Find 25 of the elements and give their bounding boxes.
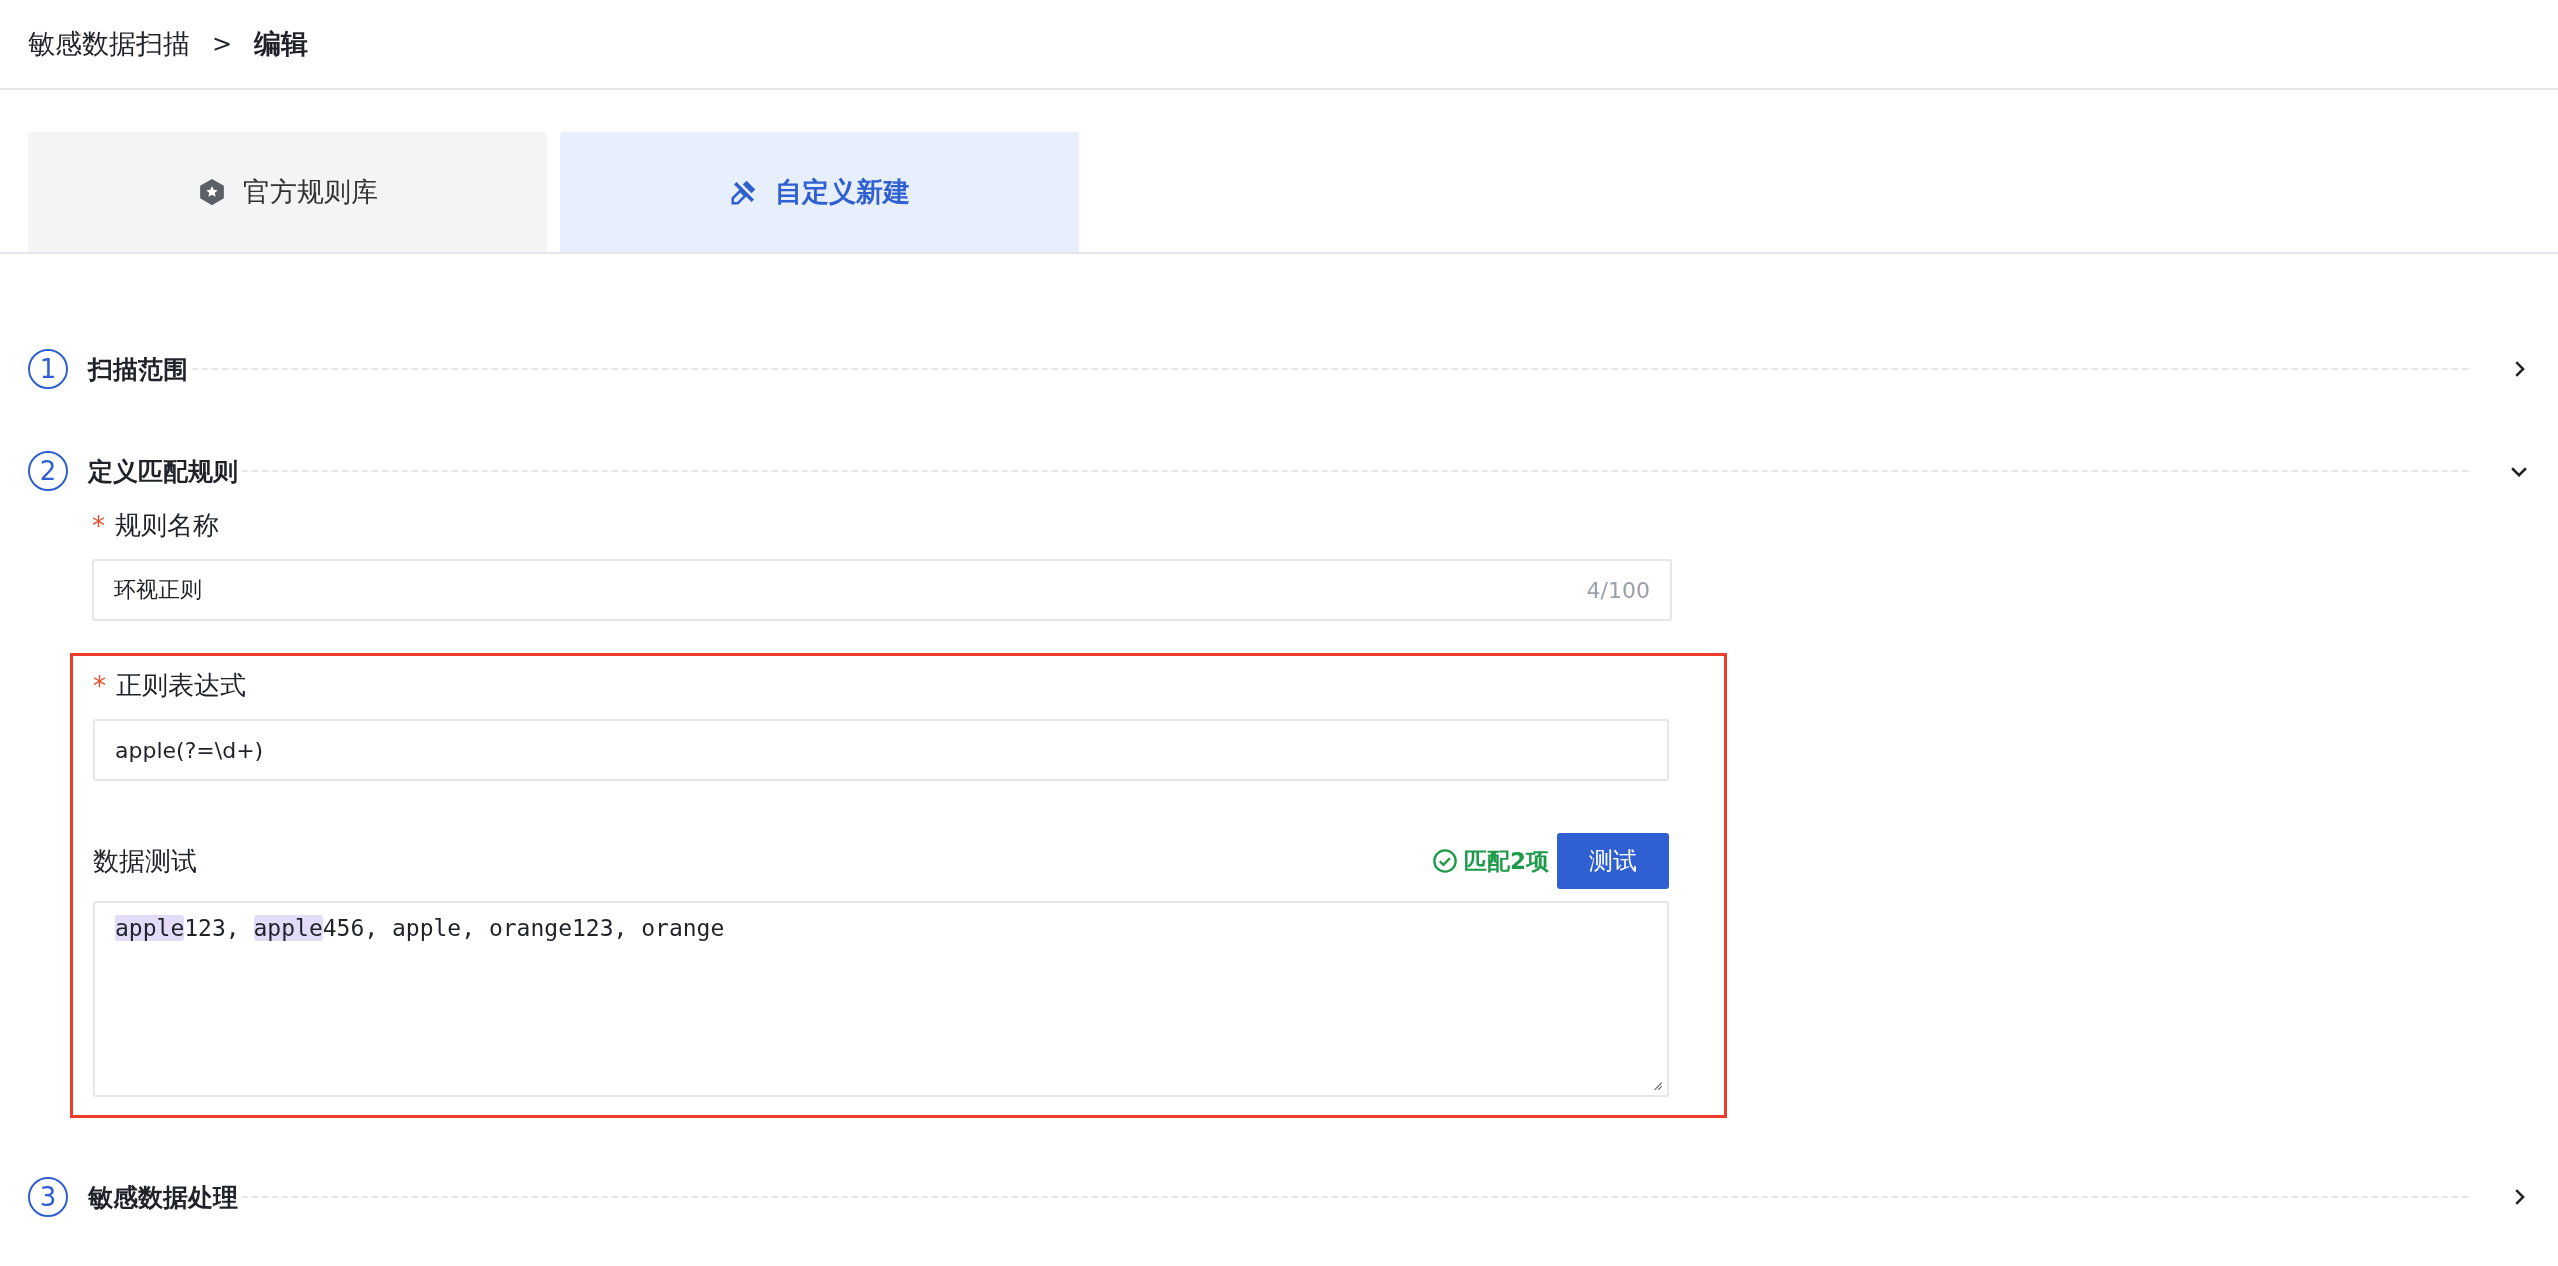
character-counter: 4/100 <box>1586 577 1650 603</box>
breadcrumb-current: 编辑 <box>254 27 309 61</box>
required-asterisk: * <box>92 510 105 541</box>
step-title[interactable]: 扫描范围 <box>88 352 188 386</box>
breadcrumb-link[interactable]: 敏感数据扫描 <box>28 26 190 62</box>
match-status: 匹配2项 <box>1464 846 1549 876</box>
hexagon-star-icon <box>197 177 227 207</box>
input-field[interactable]: 环视正则 4/100 <box>92 559 1672 621</box>
step-number: 1 <box>28 349 68 389</box>
step-title[interactable]: 定义匹配规则 <box>88 454 238 488</box>
tab[interactable]: 官方规则库 <box>28 132 547 252</box>
field-label: 数据测试 <box>93 844 197 878</box>
field-label: 正则表达式 <box>116 669 246 702</box>
resize-handle-icon[interactable] <box>1651 1079 1663 1091</box>
text-area[interactable]: apple123, apple456, apple, orange123, orange <box>93 901 1669 1097</box>
breadcrumb-separator: > <box>212 30 233 58</box>
input-field[interactable]: apple(?=\d+) <box>93 719 1669 781</box>
check-circle-icon <box>1432 848 1458 874</box>
step-number: 2 <box>28 451 68 491</box>
test-button[interactable]: 测试 <box>1557 833 1669 889</box>
step-number: 3 <box>28 1177 68 1217</box>
required-asterisk: * <box>93 670 106 701</box>
field-label: 规则名称 <box>115 509 219 542</box>
tab[interactable]: 自定义新建 <box>560 132 1079 252</box>
step-title[interactable]: 敏感数据处理 <box>88 1180 238 1214</box>
